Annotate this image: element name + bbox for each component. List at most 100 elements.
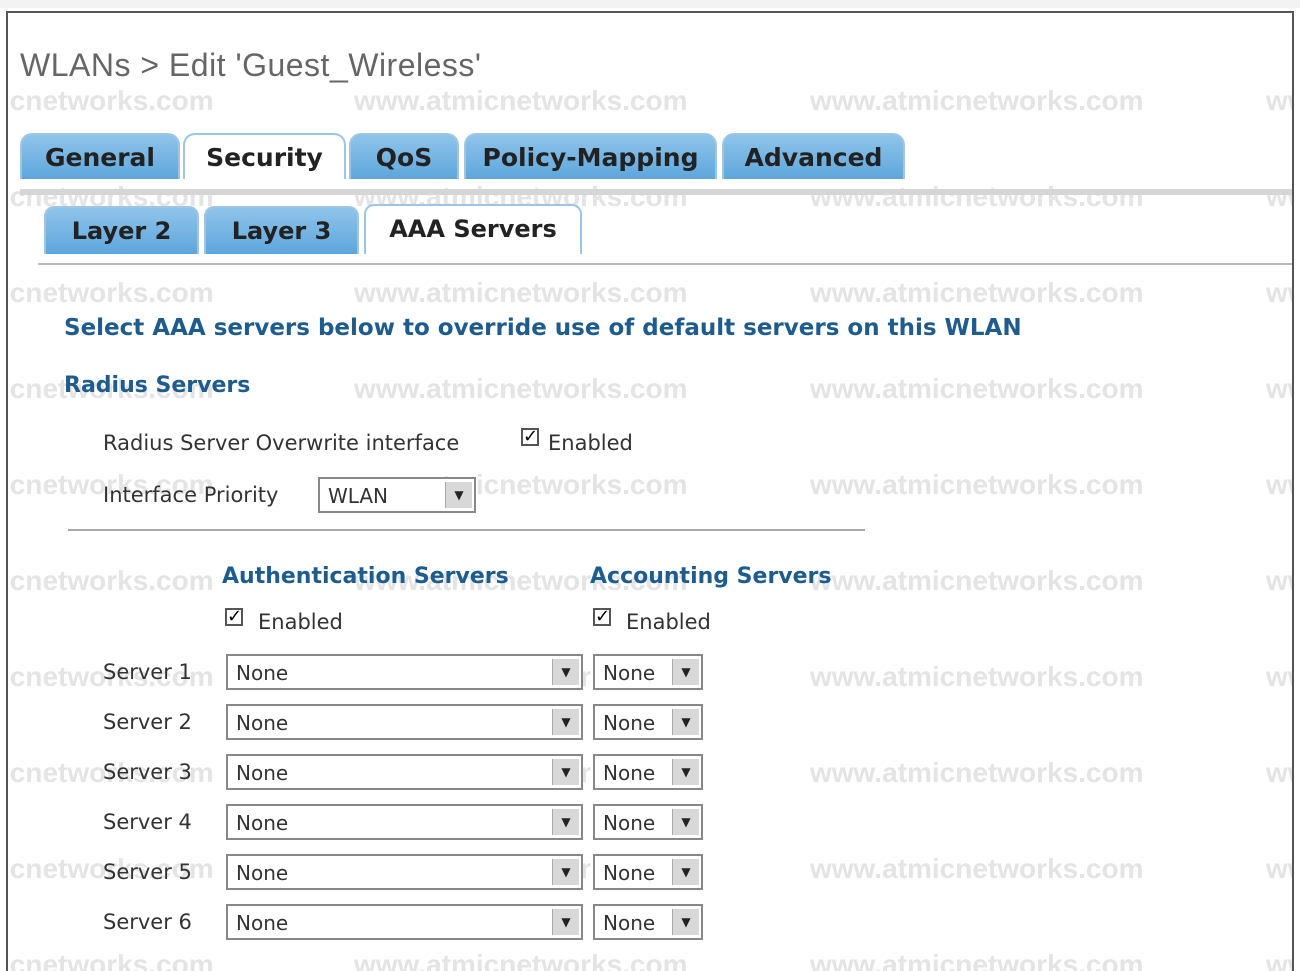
tab-bar-divider (20, 189, 1292, 195)
watermark-text: ww (1266, 565, 1292, 596)
auth-server-select[interactable]: None ▼ (226, 854, 583, 890)
chevron-down-icon[interactable]: ▼ (672, 859, 699, 885)
chevron-down-icon[interactable]: ▼ (445, 482, 472, 508)
auth-server-select[interactable]: None ▼ (226, 654, 583, 690)
watermark-text: ww (1266, 949, 1292, 971)
tab-qos[interactable]: QoS (349, 133, 459, 179)
acct-enabled-checkbox[interactable]: ✓ (593, 608, 611, 626)
top-strip (0, 0, 1300, 8)
chevron-down-icon[interactable]: ▼ (672, 909, 699, 935)
overwrite-interface-label: Radius Server Overwrite interface (103, 431, 460, 455)
auth-server-select[interactable]: None ▼ (226, 804, 583, 840)
watermark-text: www.atmicnetworks.com (810, 565, 1144, 596)
interface-priority-value: WLAN (328, 484, 389, 508)
watermark-text: www.atmicnetworks.com (354, 949, 688, 971)
checkmark-icon: ✓ (227, 606, 243, 627)
tab-policy-mapping[interactable]: Policy-Mapping (464, 133, 717, 179)
watermark-text: ww (1266, 373, 1292, 404)
server-label: Server 3 (103, 760, 192, 784)
server-label: Server 5 (103, 860, 192, 884)
auth-server-select[interactable]: None ▼ (226, 904, 583, 940)
acct-server-select[interactable]: None ▼ (593, 754, 703, 790)
acct-server-value: None (603, 861, 656, 885)
acct-server-select[interactable]: None ▼ (593, 804, 703, 840)
watermark-text: icnetworks.com (6, 277, 214, 308)
watermark-text: ww (1266, 85, 1292, 116)
auth-server-value: None (236, 711, 289, 735)
chevron-down-icon[interactable]: ▼ (672, 709, 699, 735)
watermark-text: ww (1266, 661, 1292, 692)
acct-server-value: None (603, 811, 656, 835)
server-label: Server 2 (103, 710, 192, 734)
chevron-down-icon[interactable]: ▼ (552, 759, 579, 785)
chevron-down-icon[interactable]: ▼ (552, 859, 579, 885)
overwrite-enabled-label: Enabled (548, 431, 633, 455)
auth-server-value: None (236, 661, 289, 685)
watermark-text: icnetworks.com (6, 949, 214, 971)
watermark-text: www.atmicnetworks.com (354, 85, 688, 116)
auth-server-select[interactable]: None ▼ (226, 754, 583, 790)
accounting-servers-heading: Accounting Servers (590, 564, 832, 589)
auth-server-value: None (236, 861, 289, 885)
checkmark-icon: ✓ (595, 606, 611, 627)
chevron-down-icon[interactable]: ▼ (552, 809, 579, 835)
tab-general[interactable]: General (20, 133, 180, 179)
radius-servers-heading: Radius Servers (64, 373, 251, 398)
auth-server-value: None (236, 911, 289, 935)
watermark-text: icnetworks.com (6, 565, 214, 596)
wlan-edit-window: icnetworks.com www.atmicnetworks.com www.a… (6, 11, 1294, 971)
watermark-text: ww (1266, 469, 1292, 500)
acct-server-select[interactable]: None ▼ (593, 654, 703, 690)
watermark-text: icnetworks.com (6, 85, 214, 116)
server-label: Server 1 (103, 660, 192, 684)
watermark-text: www.atmicnetworks.com (810, 661, 1144, 692)
watermark-text: ww (1266, 757, 1292, 788)
subtab-bar-divider (38, 263, 1292, 265)
watermark-text: www.atmicnetworks.com (354, 277, 688, 308)
auth-enabled-checkbox[interactable]: ✓ (225, 608, 243, 626)
server-label: Server 6 (103, 910, 192, 934)
acct-server-select[interactable]: None ▼ (593, 904, 703, 940)
interface-priority-select[interactable]: WLAN ▼ (318, 477, 476, 513)
tab-advanced[interactable]: Advanced (722, 133, 905, 179)
auth-enabled-label: Enabled (258, 610, 343, 634)
acct-server-value: None (603, 761, 656, 785)
page-title: WLANs > Edit 'Guest_Wireless' (20, 47, 482, 83)
subtab-layer-3[interactable]: Layer 3 (204, 206, 359, 254)
watermark-text: www.atmicnetworks.com (810, 85, 1144, 116)
watermark-text: www.atmicnetworks.com (810, 853, 1144, 884)
watermark-text: www.atmicnetworks.com (354, 373, 688, 404)
chevron-down-icon[interactable]: ▼ (672, 809, 699, 835)
auth-server-value: None (236, 811, 289, 835)
watermark-text: www.atmicnetworks.com (810, 277, 1144, 308)
watermark-text: ww (1266, 277, 1292, 308)
overwrite-enabled-checkbox[interactable]: ✓ (521, 428, 539, 446)
chevron-down-icon[interactable]: ▼ (552, 909, 579, 935)
tab-security[interactable]: Security (183, 133, 346, 179)
subtab-aaa-servers[interactable]: AAA Servers (364, 204, 582, 254)
chevron-down-icon[interactable]: ▼ (552, 659, 579, 685)
watermark-text: www.atmicnetworks.com (810, 949, 1144, 971)
subtab-layer-2[interactable]: Layer 2 (44, 206, 199, 254)
auth-server-select[interactable]: None ▼ (226, 704, 583, 740)
instruction-text: Select AAA servers below to override use… (64, 315, 1022, 341)
watermark-text: www.atmicnetworks.com (810, 469, 1144, 500)
acct-enabled-label: Enabled (626, 610, 711, 634)
watermark-text: www.atmicnetworks.com (810, 181, 1144, 212)
acct-server-select[interactable]: None ▼ (593, 704, 703, 740)
server-label: Server 4 (103, 810, 192, 834)
acct-server-value: None (603, 711, 656, 735)
authentication-servers-heading: Authentication Servers (222, 564, 509, 589)
interface-priority-label: Interface Priority (103, 483, 279, 507)
acct-server-select[interactable]: None ▼ (593, 854, 703, 890)
acct-server-value: None (603, 661, 656, 685)
chevron-down-icon[interactable]: ▼ (672, 759, 699, 785)
chevron-down-icon[interactable]: ▼ (552, 709, 579, 735)
auth-server-value: None (236, 761, 289, 785)
acct-server-value: None (603, 911, 656, 935)
chevron-down-icon[interactable]: ▼ (672, 659, 699, 685)
watermark-text: ww (1266, 853, 1292, 884)
watermark-text: ww (1266, 181, 1292, 212)
watermark-text: www.atmicnetworks.com (810, 757, 1144, 788)
watermark-text: www.atmicnetworks.com (810, 373, 1144, 404)
